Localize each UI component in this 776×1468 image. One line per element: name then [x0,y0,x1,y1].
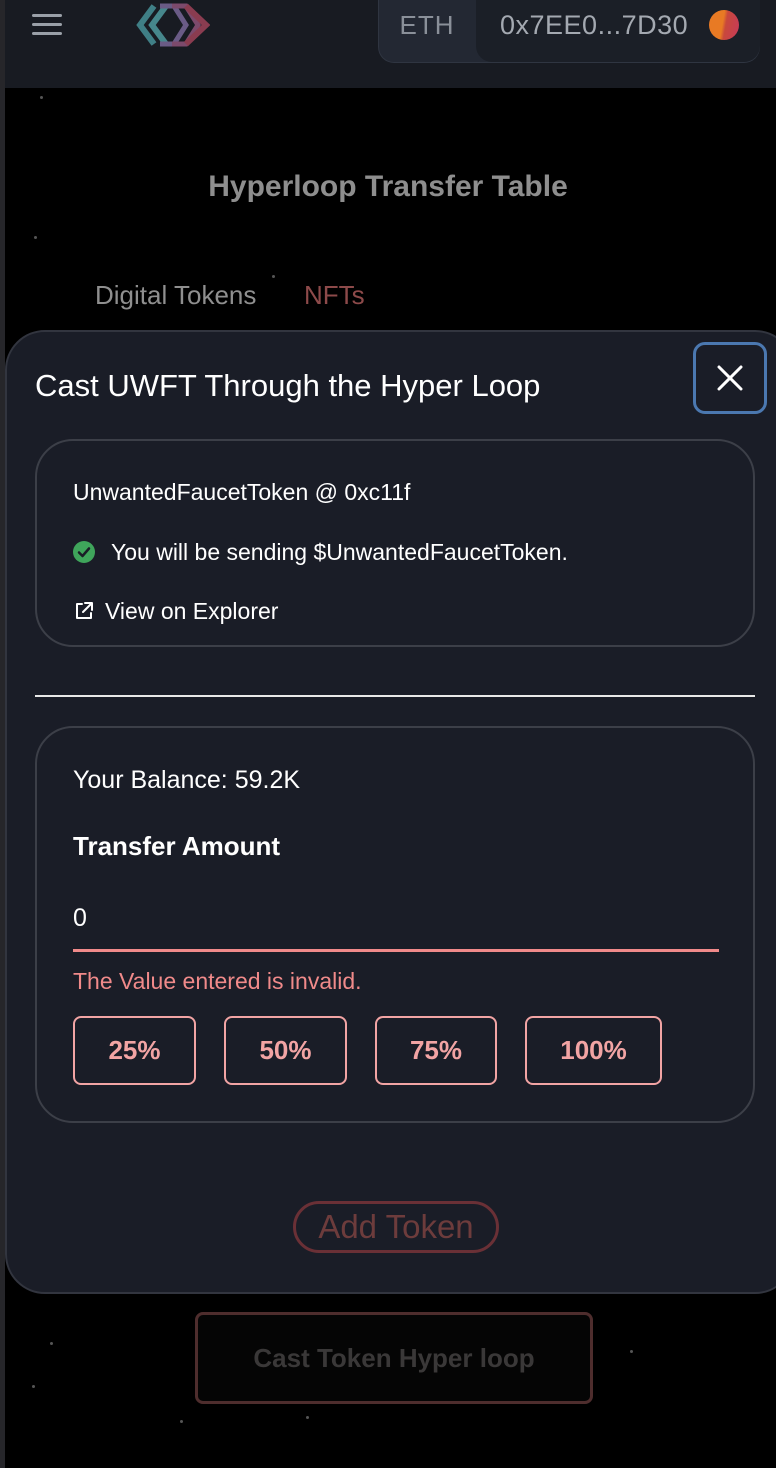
view-on-explorer-link[interactable]: View on Explorer [105,598,278,625]
sending-status: You will be sending $UnwantedFaucetToken… [111,539,568,565]
check-circle-icon [73,541,95,563]
star [34,236,37,239]
star [40,96,43,99]
external-link-icon [76,602,93,619]
percent-75-button[interactable]: 75% [375,1016,497,1085]
star [306,1416,309,1419]
hamburger-menu-icon[interactable] [32,14,62,36]
error-message: The Value entered is invalid. [73,968,362,994]
transfer-amount-card: Your Balance: 59.2K Transfer Amount The … [35,726,755,1123]
page-title: Hyperloop Transfer Table [208,170,568,203]
percent-100-button[interactable]: 100% [525,1016,662,1085]
token-info-card: UnwantedFaucetToken @ 0xc11f You will be… [35,439,755,647]
transfer-amount-label: Transfer Amount [73,831,281,861]
modal-title: Cast UWFT Through the Hyper Loop [35,368,541,403]
cast-token-button[interactable]: Cast Token Hyper loop [195,1312,593,1404]
percent-50-button[interactable]: 50% [224,1016,347,1085]
divider [35,695,755,697]
wallet-widget: ETH 0x7EE0...7D30 [378,0,760,63]
tab-nfts[interactable]: NFTs [304,280,365,311]
star [272,275,275,278]
hyperloop-logo[interactable] [136,2,211,48]
token-name: UnwantedFaucetToken @ 0xc11f [73,479,411,505]
percent-25-button[interactable]: 25% [73,1016,196,1085]
close-button[interactable] [693,342,767,414]
account-address: 0x7EE0...7D30 [500,10,689,40]
account-avatar [709,10,739,40]
star [50,1342,53,1345]
transfer-amount-input[interactable] [73,888,719,952]
balance-text: Your Balance: 59.2K [73,766,301,794]
account-button[interactable]: 0x7EE0...7D30 [476,0,760,62]
transfer-modal: Cast UWFT Through the Hyper Loop Unwante… [5,330,776,1294]
top-bar: ETH 0x7EE0...7D30 [5,0,776,88]
network-label[interactable]: ETH [379,0,475,50]
tab-digital-tokens[interactable]: Digital Tokens [95,280,256,311]
star [32,1385,35,1388]
close-icon [717,365,743,391]
star [180,1420,183,1423]
star [630,1350,633,1353]
add-token-button[interactable]: Add Token [293,1201,499,1253]
